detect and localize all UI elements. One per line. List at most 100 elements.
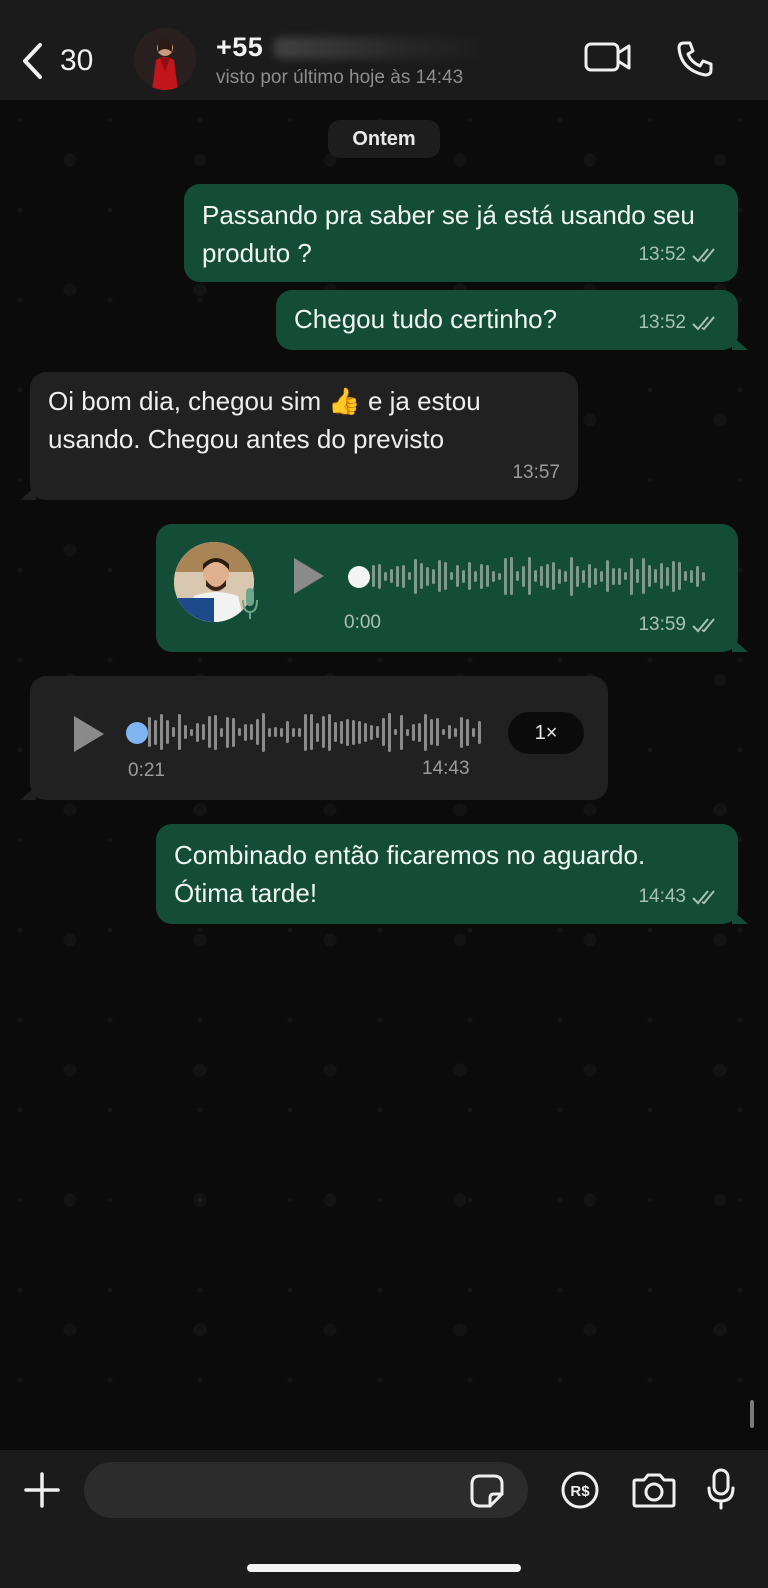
audio-progress-dot[interactable] (126, 722, 148, 744)
read-ticks-icon (692, 316, 715, 331)
waveform-bar (570, 556, 573, 596)
waveform-bar (408, 572, 411, 580)
waveform-bar (534, 570, 537, 582)
waveform-bar (376, 726, 379, 738)
waveform-bar (522, 565, 525, 587)
bubble-tail (732, 638, 748, 652)
waveform-bar (588, 564, 591, 588)
message-time: 13:59 (638, 614, 686, 635)
waveform-bar (424, 713, 427, 751)
avatar-image (134, 28, 196, 90)
message-time: 13:52 (638, 244, 686, 265)
message-time: 14:43 (638, 886, 686, 907)
waveform-bar (148, 717, 151, 747)
waveform-bar (540, 566, 543, 586)
waveform-bar (160, 714, 163, 750)
scroll-indicator[interactable] (750, 1400, 754, 1428)
waveform-bar (396, 565, 399, 587)
audio-waveform[interactable] (148, 710, 481, 754)
audio-waveform[interactable] (372, 554, 705, 598)
waveform-bar (528, 557, 531, 595)
waveform-bar (466, 718, 469, 746)
voice-call-button[interactable] (676, 40, 714, 83)
waveform-bar (244, 723, 247, 741)
waveform-bar (510, 557, 513, 595)
message-incoming[interactable]: Oi bom dia, chegou sim 👍 e ja estou usan… (20, 372, 578, 500)
waveform-bar (316, 722, 319, 742)
audio-duration: 0:00 (344, 612, 381, 633)
waveform-bar (334, 722, 337, 742)
message-input[interactable] (84, 1462, 528, 1518)
waveform-bar (606, 560, 609, 592)
waveform-bar (372, 565, 375, 587)
payment-button[interactable]: R$ (560, 1470, 600, 1515)
phone-icon (677, 41, 713, 77)
waveform-bar (454, 727, 457, 737)
svg-text:R$: R$ (570, 1483, 590, 1500)
voice-message-outgoing[interactable]: 0:00 13:59 (156, 524, 748, 652)
waveform-bar (672, 560, 675, 592)
waveform-bar (178, 714, 181, 750)
waveform-bar (310, 714, 313, 750)
waveform-bar (346, 718, 349, 746)
waveform-bar (582, 569, 585, 583)
attach-button[interactable] (24, 1472, 60, 1513)
waveform-bar (498, 572, 501, 580)
mic-icon (242, 588, 258, 619)
waveform-bar (286, 721, 289, 743)
waveform-bar (612, 567, 615, 585)
back-button[interactable]: 30 (20, 36, 110, 86)
message-outgoing[interactable]: Combinado então ficaremos no aguardo. Ót… (156, 824, 748, 924)
waveform-bar (364, 722, 367, 742)
waveform-bar (406, 728, 409, 736)
play-button[interactable] (294, 558, 324, 594)
contact-info[interactable]: +55 visto por último hoje às 14:43 (216, 32, 494, 89)
waveform-bar (462, 569, 465, 583)
waveform-bar (298, 727, 301, 737)
waveform-bar (378, 563, 381, 589)
message-outgoing[interactable]: Chegou tudo certinho? 13:52 (276, 290, 748, 350)
audio-duration: 0:21 (128, 760, 165, 781)
video-call-button[interactable] (584, 40, 632, 79)
waveform-bar (432, 568, 435, 584)
mic-icon (707, 1468, 735, 1510)
sticker-button[interactable] (470, 1474, 504, 1513)
waveform-bar (382, 718, 385, 746)
play-button[interactable] (74, 716, 104, 752)
waveform-bar (480, 563, 483, 589)
waveform-bar (678, 562, 681, 590)
waveform-bar (280, 727, 283, 737)
waveform-bar (232, 717, 235, 747)
contact-status: visto por último hoje às 14:43 (216, 67, 464, 88)
message-time: 13:52 (638, 312, 686, 333)
video-call-icon (584, 42, 631, 72)
waveform-bar (456, 565, 459, 587)
message-text: Combinado então ficaremos no aguardo. Ót… (174, 840, 646, 908)
camera-button[interactable] (632, 1472, 676, 1513)
playback-speed-button[interactable]: 1× (508, 712, 584, 754)
waveform-bar (486, 565, 489, 587)
message-outgoing[interactable]: Passando pra saber se já está usando seu… (184, 184, 738, 282)
record-voice-button[interactable] (706, 1468, 736, 1515)
waveform-bar (472, 727, 475, 737)
chat-header: 30 +55 visto por último hoje às 14:43 (0, 0, 768, 100)
waveform-bar (576, 565, 579, 587)
message-list[interactable]: Ontem Passando pra saber se já está usan… (0, 100, 768, 1450)
waveform-bar (340, 720, 343, 744)
date-separator: Ontem (328, 120, 440, 158)
waveform-bar (468, 562, 471, 590)
waveform-bar (444, 562, 447, 590)
chevron-left-icon (23, 43, 42, 79)
audio-progress-dot[interactable] (348, 566, 370, 588)
waveform-bar (690, 569, 693, 583)
waveform-bar (220, 727, 223, 737)
waveform-bar (552, 562, 555, 590)
waveform-bar (660, 563, 663, 589)
waveform-bar (394, 729, 397, 735)
waveform-bar (600, 570, 603, 582)
contact-avatar[interactable] (134, 28, 196, 90)
waveform-bar (618, 567, 621, 585)
waveform-bar (624, 572, 627, 580)
voice-message-incoming[interactable]: 1× 0:21 14:43 (20, 676, 608, 800)
waveform-bar (370, 724, 373, 740)
